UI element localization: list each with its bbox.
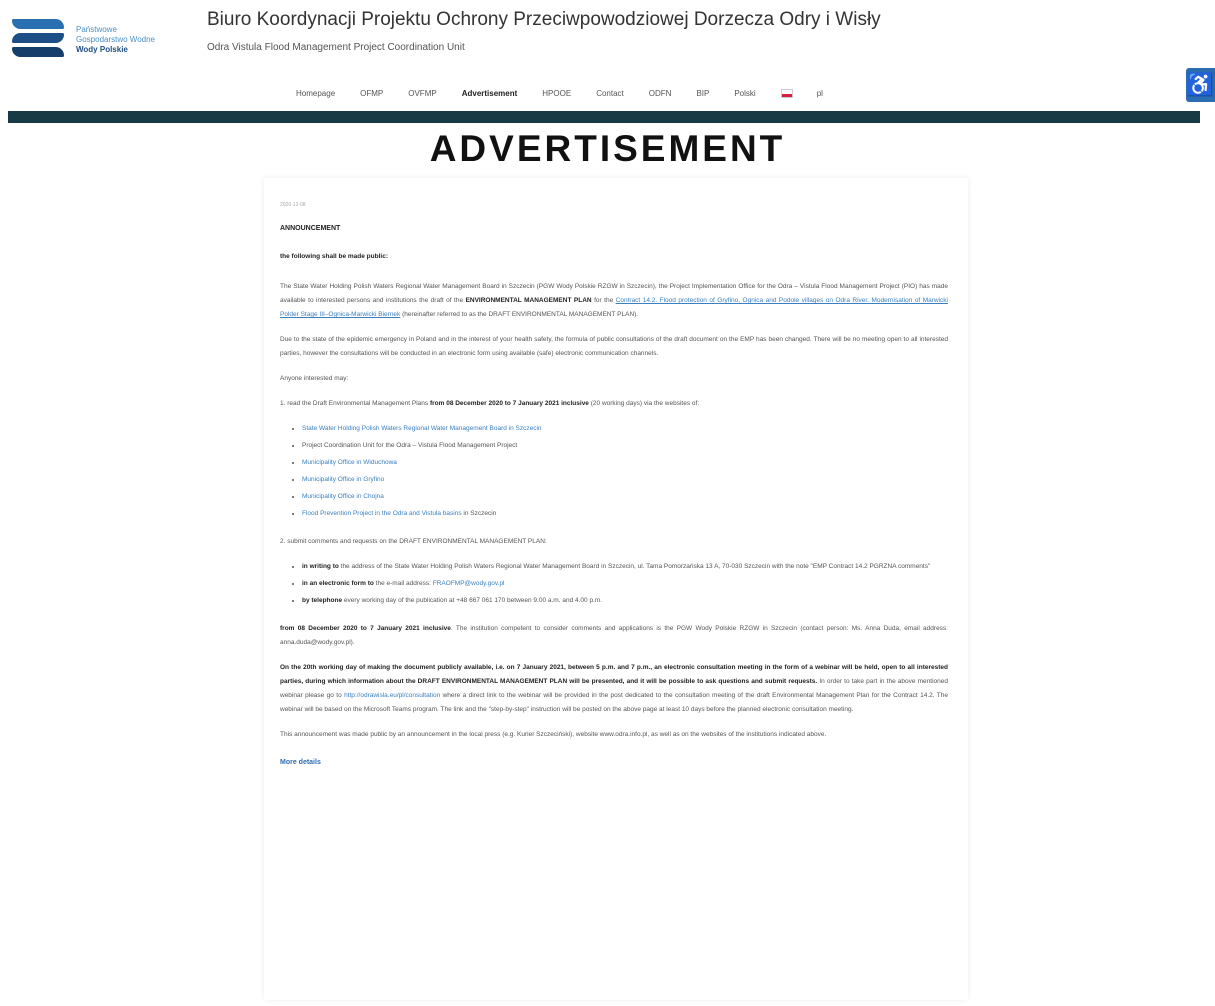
logo-line-2: Gospodarstwo Wodne [76, 35, 156, 44]
paragraph-4: from 08 December 2020 to 7 January 2021 … [280, 625, 948, 646]
announcement-intro: the following shall be made public: [280, 253, 388, 260]
paragraph-3: Anyone interested may: [280, 375, 349, 382]
nav-item-odfn[interactable]: ODFN [649, 89, 672, 98]
announcement-heading: ANNOUNCEMENT [280, 225, 341, 232]
post-date: 2020-12-08 [280, 202, 306, 208]
list-item[interactable]: State Water Holding Polish Waters Region… [302, 422, 948, 436]
list-item[interactable]: Municipality Office in Widuchowa [302, 456, 948, 470]
wheelchair-icon: ♿ [1186, 72, 1215, 97]
paragraph-5: On the 20th working day of making the do… [280, 664, 948, 713]
websites-list: State Water Holding Polish Waters Region… [280, 422, 948, 521]
step-1: 1. read the Draft Environmental Manageme… [280, 400, 700, 407]
nav-item-ovfmp[interactable]: OVFMP [408, 89, 436, 98]
more-details-link[interactable]: More details [280, 756, 948, 770]
header-divider-bar [8, 111, 1200, 123]
webinar-link[interactable]: http://odrawisla.eu/pl/consultation [344, 692, 440, 699]
logo-line-1: Państwowe [76, 25, 117, 34]
submission-methods-list: in writing to the address of the State W… [280, 560, 948, 608]
paragraph-2: Due to the state of the epidemic emergen… [280, 336, 948, 357]
article-card: 2020-12-08 ANNOUNCEMENT the following sh… [264, 178, 968, 1000]
list-item: Project Coordination Unit for the Odra –… [302, 439, 948, 453]
site-title: Biuro Koordynacji Projektu Ochrony Przec… [207, 9, 881, 30]
nav-item-ofmp[interactable]: OFMP [360, 89, 383, 98]
nav-item-contact[interactable]: Contact [596, 89, 624, 98]
logo-line-3: Wody Polskie [76, 45, 128, 54]
list-item: by telephone every working day of the pu… [302, 594, 948, 608]
step-2: 2. submit comments and requests on the D… [280, 538, 547, 545]
list-item[interactable]: Flood Prevention Project in the Odra and… [302, 507, 948, 521]
list-item: in an electronic form to the e-mail addr… [302, 577, 948, 591]
wody-polskie-logo-icon [8, 13, 70, 67]
nav-item-homepage[interactable]: Homepage [296, 89, 335, 98]
article-content: 2020-12-08 ANNOUNCEMENT the following sh… [280, 198, 948, 770]
polish-flag-icon[interactable] [780, 89, 793, 98]
logo-text: Państwowe Gospodarstwo Wodne Wody Polski… [76, 25, 155, 55]
main-nav: Homepage OFMP OVFMP Advertisement HPOOE … [296, 89, 848, 98]
site-subtitle: Odra Vistula Flood Management Project Co… [207, 42, 465, 53]
list-item[interactable]: Municipality Office in Gryfino [302, 473, 948, 487]
paragraph-6: This announcement was made public by an … [280, 731, 827, 738]
nav-item-bip[interactable]: BIP [696, 89, 709, 98]
nav-item-lang[interactable]: pl [817, 89, 823, 98]
email-link[interactable]: FRAOFMP@wody.gov.pl [433, 580, 505, 587]
site-header: Państwowe Gospodarstwo Wodne Wody Polski… [0, 0, 1215, 110]
accessibility-button[interactable]: ♿ [1186, 68, 1215, 102]
list-item[interactable]: Municipality Office in Chojna [302, 490, 948, 504]
nav-item-hpooe[interactable]: HPOOE [542, 89, 571, 98]
nav-item-polski[interactable]: Polski [734, 89, 755, 98]
paragraph-1: The State Water Holding Polish Waters Re… [280, 283, 948, 318]
page-title: ADVERTISEMENT [429, 128, 786, 169]
site-logo[interactable]: Państwowe Gospodarstwo Wodne Wody Polski… [8, 10, 198, 70]
list-item: in writing to the address of the State W… [302, 560, 948, 574]
nav-item-advertisement[interactable]: Advertisement [462, 89, 518, 98]
